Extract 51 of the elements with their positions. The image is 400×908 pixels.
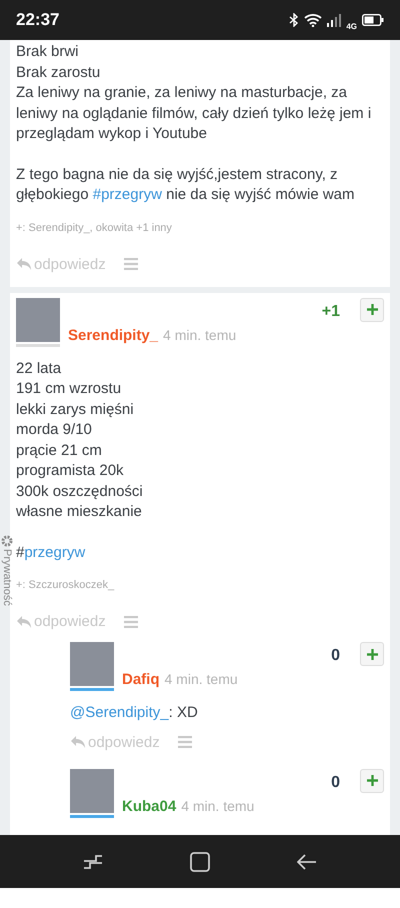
post-text: Brak brwi xyxy=(16,42,80,62)
plus-icon xyxy=(366,648,378,660)
author-name[interactable]: Kuba04 xyxy=(122,798,176,814)
post-time: 4 min. temu xyxy=(164,671,238,687)
post-text: Brak zarostu xyxy=(16,62,102,82)
author-name[interactable]: Dafiq xyxy=(122,671,160,688)
wifi-icon xyxy=(304,13,322,27)
post-text: morda 9/10 xyxy=(16,420,93,440)
post-text: @Serendipity_: XD xyxy=(70,703,199,723)
reply-arrow-icon xyxy=(16,257,32,271)
upvote-button[interactable] xyxy=(360,642,384,666)
post-time: 4 min. temu xyxy=(181,798,254,814)
clock-time: 22:37 xyxy=(16,10,60,30)
vote-count: 0 xyxy=(331,774,340,792)
gear-icon xyxy=(1,535,13,547)
network-type: 4G xyxy=(346,22,357,30)
upvote-button[interactable] xyxy=(360,768,384,792)
plus-voters: +: Serendipity_, okowita +1 inny xyxy=(16,222,173,234)
plus-icon xyxy=(366,304,378,315)
vote-count: 0 xyxy=(331,647,340,665)
mention-link[interactable]: @Serendipity_ xyxy=(70,704,169,721)
home-button[interactable] xyxy=(190,852,210,872)
recent-apps-button[interactable] xyxy=(83,854,104,868)
post-text: 22 lata xyxy=(16,358,62,378)
post-text: Z tego bagna nie da się wyjść,jestem stracony, z głębokiego #przegryw nie da się wyjść mówie wam xyxy=(16,164,356,205)
bluetooth-icon xyxy=(289,13,300,27)
plus-icon xyxy=(366,775,378,786)
menu-icon[interactable] xyxy=(124,258,138,270)
back-button[interactable] xyxy=(296,854,317,870)
author-name[interactable]: Serendipity_ xyxy=(68,326,158,344)
hashtag-link[interactable]: przegryw xyxy=(24,544,86,560)
upvote-button[interactable] xyxy=(360,298,384,322)
hashtag-link[interactable]: #przegryw xyxy=(92,186,162,203)
plus-voters: +: Szczuroskoczek_ xyxy=(16,579,116,591)
battery-icon xyxy=(362,14,384,26)
reply-arrow-icon xyxy=(16,614,32,628)
post-text: 191 cm wzrostu xyxy=(16,379,122,399)
post-text: własne mieszkanie xyxy=(16,502,143,522)
privacy-tab[interactable]: Prywatność xyxy=(1,535,13,606)
post-text: 300k oszczędności xyxy=(16,482,144,502)
post-text: Za leniwy na granie, za leniwy na masturbacje, za leniwy na oglądanie filmów, cały dzień tylko leżę jem i przeglądam wykop i Youtube xyxy=(16,83,372,144)
post-text: programista 20k xyxy=(16,461,125,481)
reply-arrow-icon xyxy=(70,735,86,749)
signal-icon xyxy=(327,14,342,26)
menu-icon[interactable] xyxy=(124,616,138,628)
post-text: #przegryw xyxy=(16,542,86,562)
vote-count: +1 xyxy=(322,302,340,320)
post-text: prącie 21 cm xyxy=(16,440,103,460)
post-text: lekki zarys mięśni xyxy=(16,400,135,420)
menu-icon[interactable] xyxy=(178,736,192,748)
post-time: 4 min. temu xyxy=(163,326,236,342)
